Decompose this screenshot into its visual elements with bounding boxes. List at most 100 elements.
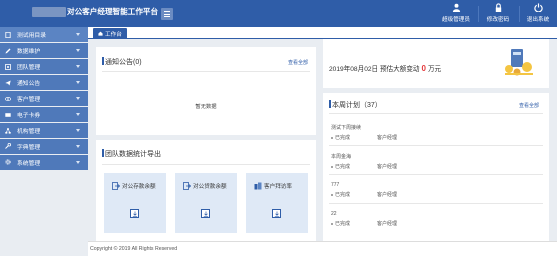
notice-view-all-link[interactable]: 查看全部 <box>288 59 308 66</box>
download-button[interactable] <box>130 209 139 218</box>
large-change-unit: 万元 <box>427 66 442 73</box>
top-header: 对公客户经理智能工作平台 超级管理员 修改密码 退出系统 <box>0 0 557 27</box>
plan-item-name: 测试下周接续 <box>331 125 362 131</box>
plan-item-owner: 客户经理 <box>377 221 398 227</box>
sidebar-item-label: 电子卡券 <box>17 113 41 120</box>
tab-label: 工作台 <box>105 31 122 38</box>
caret-down-icon <box>76 128 80 132</box>
download-button[interactable] <box>201 209 210 218</box>
download-icon <box>274 211 279 217</box>
export-card-deposit: 对公存款余额 <box>104 173 166 233</box>
sidebar-item-label: 团队管理 <box>17 65 41 72</box>
plan-item-status: 已完成 <box>335 221 351 227</box>
caret-down-icon <box>76 160 80 164</box>
sidebar-item-notice[interactable]: 通知公告 <box>0 74 88 91</box>
tab-bar: 工作台 <box>88 27 557 39</box>
notice-empty-text: 暂无数据 <box>195 104 217 110</box>
document-icon <box>4 31 11 38</box>
status-dot <box>331 136 333 139</box>
plan-item[interactable]: 22 已完成 客户经理 <box>331 211 397 227</box>
caret-down-icon <box>76 96 80 100</box>
status-dot <box>331 222 333 225</box>
caret-down-icon <box>76 80 80 84</box>
caret-down-icon <box>76 48 80 52</box>
brand: 对公客户经理智能工作平台 <box>32 6 158 17</box>
caret-down-icon <box>76 64 80 68</box>
panel-accent-bar <box>102 149 104 157</box>
sidebar-item-org-management[interactable]: 机构管理 <box>0 122 88 139</box>
notice-title: 通知公告(0) <box>105 59 142 66</box>
org-icon <box>4 127 11 134</box>
logout-label: 退出系统 <box>526 17 550 23</box>
copyright-text: Copyright © 2019 All Rights Reserved <box>90 246 178 252</box>
plan-item-name: 777 <box>331 182 340 188</box>
plan-item-status: 已完成 <box>335 135 351 141</box>
export-loan-link[interactable]: 对公贷款余额 <box>175 173 237 199</box>
panel-accent-bar <box>329 100 331 108</box>
large-change-panel: 2019年08月02日 预估大额变动 0 万元 <box>323 39 549 88</box>
card-icon <box>4 111 11 118</box>
power-icon <box>533 3 543 12</box>
building-icon <box>254 182 262 190</box>
team-export-panel: 团队数据统计导出 对公存款余额 对公贷款余额 客户拜访率 <box>96 140 316 241</box>
caret-down-icon <box>76 144 80 148</box>
caret-down-icon <box>76 33 80 36</box>
plan-item-owner: 客户经理 <box>377 164 398 170</box>
sidebar-item-label: 字典管理 <box>17 144 41 151</box>
export-visit-rate-link[interactable]: 客户拜访率 <box>246 173 308 199</box>
tab-workbench[interactable]: 工作台 <box>93 28 127 39</box>
menu-toggle-button[interactable] <box>161 8 173 20</box>
export-deposit-link[interactable]: 对公存款余额 <box>104 173 166 199</box>
sidebar-item-team-management[interactable]: 团队管理 <box>0 58 88 75</box>
sidebar-item-data-maintenance[interactable]: 数据维护 <box>0 42 88 59</box>
edit-icon <box>4 47 11 54</box>
plan-item-owner: 客户经理 <box>377 135 398 141</box>
user-profile-button[interactable]: 超级管理员 <box>436 3 476 25</box>
export-icon <box>183 182 191 190</box>
lock-icon <box>495 3 501 12</box>
status-dot <box>331 165 333 168</box>
divider <box>102 164 310 165</box>
export-card-label: 客户拜访率 <box>264 184 292 190</box>
wrench-icon <box>4 143 11 150</box>
large-change-amount: 0 <box>421 64 426 73</box>
sidebar-item-label: 客户管理 <box>17 97 41 104</box>
plan-item[interactable]: 测试下周接续 已完成 客户经理 <box>331 124 397 141</box>
plan-view-all-link[interactable]: 查看全部 <box>519 102 539 109</box>
plan-item[interactable]: 本周金海 已完成 客户经理 <box>331 153 397 170</box>
plan-item[interactable]: 777 已完成 客户经理 <box>331 182 397 198</box>
user-name-label: 超级管理员 <box>442 17 470 23</box>
logout-button[interactable]: 退出系统 <box>518 3 557 25</box>
brand-logo-redacted <box>32 6 66 17</box>
large-change-date: 2019年08月02日 预估大额变动 <box>329 66 420 73</box>
change-password-button[interactable]: 修改密码 <box>478 3 518 25</box>
sidebar-item-customer-management[interactable]: 客户管理 <box>0 90 88 107</box>
eye-icon <box>4 95 11 102</box>
sidebar: 测试用目录 数据维护 团队管理 通知公告 客户管理 电子卡券 机构管理 字典管理 <box>0 27 88 256</box>
caret-down-icon <box>76 112 80 116</box>
sidebar-item-label: 数据维护 <box>17 49 41 56</box>
plan-item-name: 22 <box>331 211 337 217</box>
sidebar-item-label: 通知公告 <box>17 81 41 88</box>
plan-item-name: 本周金海 <box>331 154 352 160</box>
download-icon <box>132 211 137 217</box>
app-title: 对公客户经理智能工作平台 <box>67 7 159 16</box>
notice-panel: 通知公告(0) 查看全部 暂无数据 <box>96 47 316 135</box>
large-change-text: 2019年08月02日 预估大额变动 0 万元 <box>329 63 441 73</box>
download-button[interactable] <box>272 209 281 218</box>
sidebar-item-test-directory[interactable]: 测试用目录 <box>0 27 88 43</box>
sidebar-item-e-voucher[interactable]: 电子卡券 <box>0 106 88 123</box>
home-icon <box>98 31 103 36</box>
plan-title: 本周计划（37） <box>332 102 382 109</box>
sidebar-item-label: 机构管理 <box>17 129 41 135</box>
team-icon <box>4 63 11 70</box>
export-card-label: 对公存款余额 <box>122 184 156 190</box>
export-card-label: 对公贷款余额 <box>193 184 227 190</box>
divider <box>102 71 310 72</box>
export-card-visit-rate: 客户拜访率 <box>246 173 308 233</box>
divider <box>329 174 543 175</box>
sidebar-item-dictionary[interactable]: 字典管理 <box>0 138 88 155</box>
divider <box>329 203 543 204</box>
sidebar-item-system-management[interactable]: 系统管理 <box>0 154 88 171</box>
divider <box>329 145 543 146</box>
